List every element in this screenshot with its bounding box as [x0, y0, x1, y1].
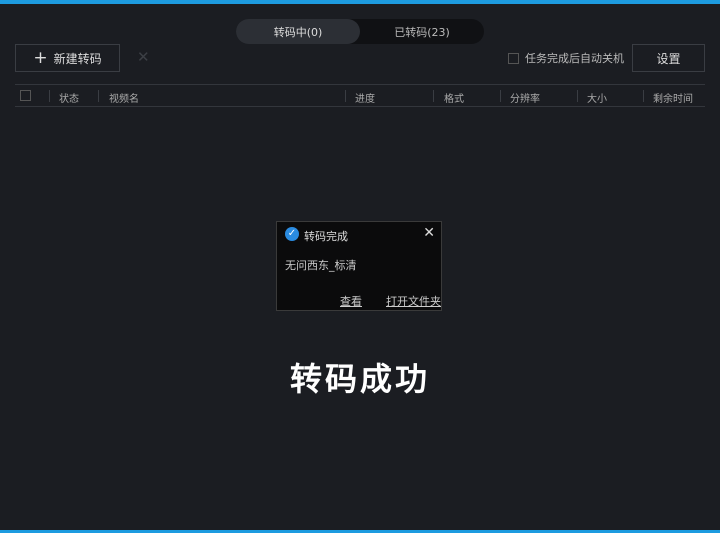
select-all-checkbox[interactable]	[20, 90, 31, 101]
delete-icon[interactable]: ✕	[137, 48, 150, 66]
settings-button[interactable]: 设置	[632, 44, 705, 72]
auto-shutdown-label: 任务完成后自动关机	[525, 52, 624, 65]
column-progress[interactable]: 进度	[355, 90, 375, 105]
column-divider	[577, 90, 578, 102]
auto-shutdown-option[interactable]: 任务完成后自动关机	[508, 50, 624, 66]
toast-message: 无问西东_标清	[285, 259, 357, 272]
column-video-name[interactable]: 视频名	[109, 90, 139, 105]
column-divider	[49, 90, 50, 102]
close-icon[interactable]: ✕	[423, 225, 435, 241]
column-time-remaining[interactable]: 剩余时间	[653, 90, 693, 105]
transcode-complete-toast: ✓ 转码完成 ✕ 无问西东_标清 查看 打开文件夹	[276, 221, 442, 311]
column-divider	[433, 90, 434, 102]
column-divider	[643, 90, 644, 102]
column-status[interactable]: 状态	[59, 90, 79, 105]
tab-switcher: 转码中(0) 已转码(23)	[236, 19, 484, 44]
column-size[interactable]: 大小	[587, 90, 607, 105]
new-transcode-button[interactable]: + 新建转码	[15, 44, 120, 72]
view-link[interactable]: 查看	[340, 293, 362, 309]
new-transcode-label: 新建转码	[53, 51, 102, 66]
success-overlay-text: 转码成功	[289, 360, 430, 398]
open-folder-link[interactable]: 打开文件夹	[386, 293, 441, 309]
column-divider	[500, 90, 501, 102]
toast-title: 转码完成	[304, 230, 348, 243]
column-resolution[interactable]: 分辨率	[510, 90, 540, 105]
column-divider	[345, 90, 346, 102]
column-format[interactable]: 格式	[444, 90, 464, 105]
table-header: 状态 视频名 进度 格式 分辨率 大小 剩余时间	[15, 84, 705, 107]
tab-transcoding[interactable]: 转码中(0)	[236, 19, 360, 44]
auto-shutdown-checkbox[interactable]	[508, 52, 519, 64]
plus-icon: +	[33, 47, 48, 68]
tab-transcoded[interactable]: 已转码(23)	[360, 19, 484, 44]
top-accent-bar	[0, 0, 720, 4]
column-divider	[98, 90, 99, 102]
check-circle-icon: ✓	[285, 227, 299, 241]
